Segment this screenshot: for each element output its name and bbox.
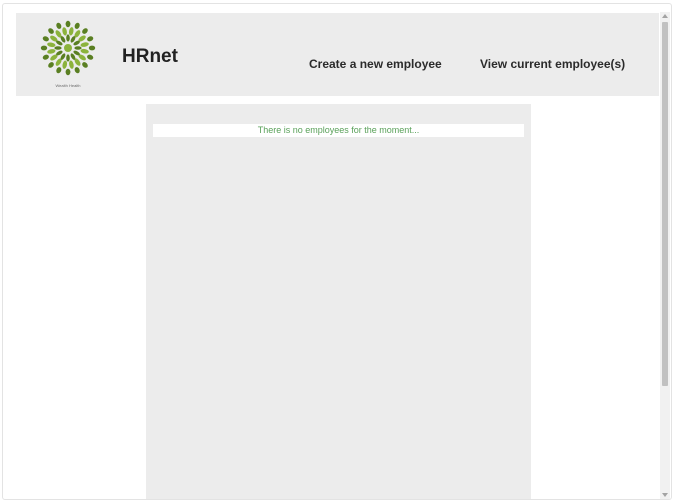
employee-list-panel: There is no employees for the moment... [146,104,531,499]
browser-viewport: Wealth Health HRnet Create a new employe… [2,3,672,500]
scroll-up-arrow-icon[interactable] [662,14,668,18]
empty-state-message: There is no employees for the moment... [153,124,524,137]
brand-title: HRnet [122,46,178,67]
logo-tagline: Wealth Health [55,83,81,88]
scroll-down-arrow-icon[interactable] [662,493,668,497]
green-leaf-wreath-logo-icon [40,20,96,76]
nav-create-employee-link[interactable]: Create a new employee [309,57,442,71]
vertical-scrollbar[interactable] [660,12,670,499]
site-header: Wealth Health HRnet Create a new employe… [16,13,659,96]
scrollbar-thumb[interactable] [662,22,668,386]
logo[interactable]: Wealth Health [38,19,98,91]
nav-view-employees-link[interactable]: View current employee(s) [480,57,625,71]
